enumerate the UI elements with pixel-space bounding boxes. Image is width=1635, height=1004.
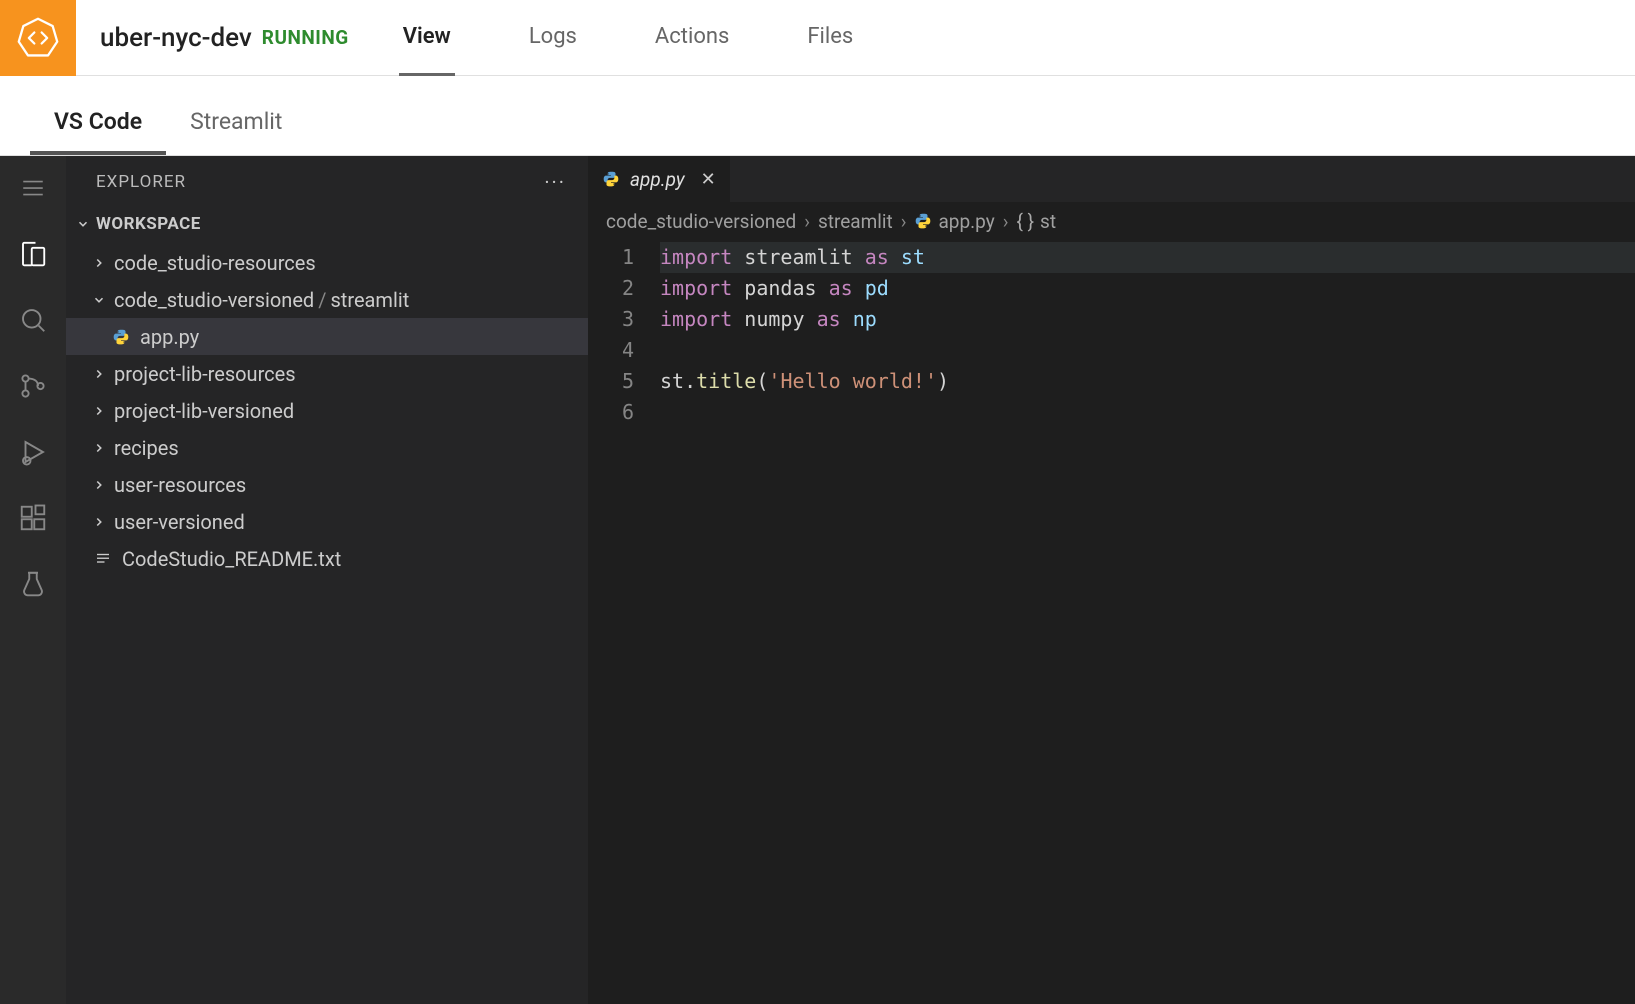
- folder-label: streamlit: [330, 288, 409, 312]
- run-debug-icon[interactable]: [15, 434, 51, 470]
- braces-icon: { }: [1016, 210, 1034, 233]
- text-file-icon: [92, 550, 114, 568]
- breadcrumb-file: app.py: [938, 210, 994, 233]
- folder-label: project-lib-resources: [114, 362, 296, 386]
- explorer-more-icon[interactable]: ···: [544, 170, 566, 194]
- folder-label: user-resources: [114, 473, 246, 497]
- breadcrumbs[interactable]: code_studio-versioned › streamlit › app.…: [588, 202, 1635, 240]
- python-icon: [914, 212, 932, 230]
- code-line[interactable]: [660, 397, 1635, 428]
- folder-item[interactable]: recipes: [66, 429, 588, 466]
- editor-main: app.py ✕ code_studio-versioned › streaml…: [588, 156, 1635, 1004]
- explorer-panel: EXPLORER ··· WORKSPACE code_studio-resou…: [66, 156, 588, 1004]
- sub-tab-vscode[interactable]: VS Code: [30, 92, 166, 155]
- tab-actions[interactable]: Actions: [651, 0, 733, 76]
- folder-label: code_studio-versioned: [114, 288, 314, 312]
- file-tree: code_studio-resources code_studio-version…: [66, 240, 588, 581]
- folder-item[interactable]: project-lib-resources: [66, 355, 588, 392]
- chevron-down-icon: [76, 217, 90, 231]
- menu-icon[interactable]: [15, 170, 51, 206]
- file-label: app.py: [140, 325, 199, 349]
- code-line[interactable]: import numpy as np: [660, 304, 1635, 335]
- explorer-icon[interactable]: [15, 236, 51, 272]
- chevron-right-icon: [92, 478, 112, 492]
- top-header: uber-nyc-dev RUNNING View Logs Actions F…: [0, 0, 1635, 76]
- app-logo: [0, 0, 76, 76]
- file-label: CodeStudio_README.txt: [122, 547, 341, 571]
- folder-label: user-versioned: [114, 510, 245, 534]
- folder-item[interactable]: project-lib-versioned: [66, 392, 588, 429]
- chevron-right-icon: ›: [901, 210, 907, 233]
- folder-item[interactable]: code_studio-resources: [66, 244, 588, 281]
- project-title: uber-nyc-dev: [100, 23, 252, 53]
- search-icon[interactable]: [15, 302, 51, 338]
- workspace-section[interactable]: WORKSPACE: [66, 208, 588, 240]
- code-badge-icon: [16, 16, 60, 60]
- chevron-right-icon: ›: [1003, 210, 1009, 233]
- file-item[interactable]: CodeStudio_README.txt: [66, 540, 588, 577]
- line-number: 4: [588, 335, 634, 366]
- tab-logs[interactable]: Logs: [525, 0, 581, 76]
- tab-view[interactable]: View: [399, 0, 455, 76]
- folder-item[interactable]: user-resources: [66, 466, 588, 503]
- path-separator: /: [318, 288, 326, 312]
- status-badge: RUNNING: [262, 26, 349, 49]
- chevron-down-icon: [92, 293, 112, 307]
- folder-item[interactable]: code_studio-versioned/streamlit: [66, 281, 588, 318]
- line-number: 5: [588, 366, 634, 397]
- editor-tab-app-py[interactable]: app.py ✕: [588, 156, 731, 202]
- breadcrumb-symbol-name: st: [1040, 210, 1056, 233]
- python-icon: [110, 328, 132, 346]
- editor-tabs: app.py ✕: [588, 156, 1635, 202]
- chevron-right-icon: [92, 404, 112, 418]
- line-number: 1: [588, 242, 634, 273]
- file-item[interactable]: app.py: [66, 318, 588, 355]
- sub-tab-streamlit[interactable]: Streamlit: [166, 92, 306, 155]
- editor-tab-filename: app.py: [630, 168, 685, 191]
- folder-label: recipes: [114, 436, 179, 460]
- code-editor[interactable]: 123456 import streamlit as stimport pand…: [588, 240, 1635, 428]
- folder-label: project-lib-versioned: [114, 399, 294, 423]
- line-number: 6: [588, 397, 634, 428]
- code-line[interactable]: import streamlit as st: [660, 242, 1635, 273]
- workspace-label: WORKSPACE: [96, 214, 201, 234]
- top-tabs: View Logs Actions Files: [399, 0, 858, 76]
- chevron-right-icon: [92, 256, 112, 270]
- line-gutter: 123456: [588, 242, 660, 428]
- code-line[interactable]: import pandas as pd: [660, 273, 1635, 304]
- editor-container: EXPLORER ··· WORKSPACE code_studio-resou…: [0, 156, 1635, 1004]
- chevron-right-icon: [92, 441, 112, 455]
- extensions-icon[interactable]: [15, 500, 51, 536]
- chevron-right-icon: ›: [804, 210, 810, 233]
- breadcrumb-segment[interactable]: code_studio-versioned: [606, 210, 796, 233]
- breadcrumb-segment[interactable]: streamlit: [818, 210, 893, 233]
- tab-files[interactable]: Files: [803, 0, 857, 76]
- close-icon[interactable]: ✕: [701, 169, 716, 190]
- chevron-right-icon: [92, 367, 112, 381]
- line-number: 2: [588, 273, 634, 304]
- folder-label: code_studio-resources: [114, 251, 316, 275]
- testing-icon[interactable]: [15, 566, 51, 602]
- source-control-icon[interactable]: [15, 368, 51, 404]
- folder-item[interactable]: user-versioned: [66, 503, 588, 540]
- breadcrumb-segment[interactable]: app.py: [914, 210, 994, 233]
- explorer-header: EXPLORER ···: [66, 156, 588, 208]
- sub-tabs: VS Code Streamlit: [0, 76, 1635, 156]
- code-content[interactable]: import streamlit as stimport pandas as p…: [660, 242, 1635, 428]
- chevron-right-icon: [92, 515, 112, 529]
- code-line[interactable]: [660, 335, 1635, 366]
- breadcrumb-symbol[interactable]: { } st: [1016, 210, 1056, 233]
- code-line[interactable]: st.title('Hello world!'): [660, 366, 1635, 397]
- explorer-title: EXPLORER: [96, 172, 186, 192]
- line-number: 3: [588, 304, 634, 335]
- python-icon: [602, 170, 620, 188]
- activity-bar: [0, 156, 66, 1004]
